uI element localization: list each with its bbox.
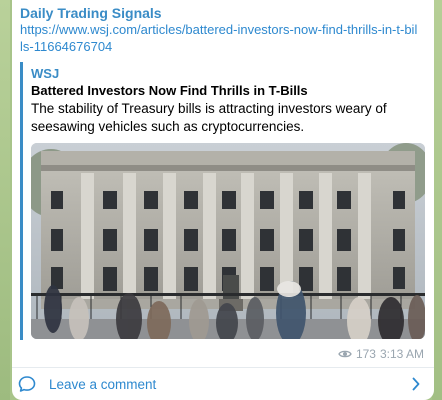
message-bubble: Daily Trading Signals https://www.wsj.co… xyxy=(12,0,434,400)
chat-background-left xyxy=(0,0,10,400)
preview-title: Battered Investors Now Find Thrills in T… xyxy=(31,83,308,98)
comment-icon xyxy=(18,376,36,392)
channel-name[interactable]: Daily Trading Signals xyxy=(20,5,162,21)
view-count: 173 xyxy=(355,347,376,361)
preview-description: The stability of Treasury bills is attra… xyxy=(31,101,387,134)
leave-comment-button[interactable]: Leave a comment xyxy=(12,368,434,400)
message-time: 3:13 AM xyxy=(379,347,424,361)
chevron-right-icon xyxy=(412,377,420,391)
leave-comment-label: Leave a comment xyxy=(49,376,157,392)
message-meta: 173 3:13 AM xyxy=(338,346,424,362)
link-preview[interactable]: WSJ Battered Investors Now Find Thrills … xyxy=(20,62,426,340)
preview-image[interactable] xyxy=(31,143,425,339)
treasury-building-photo xyxy=(31,143,425,339)
article-link[interactable]: https://www.wsj.com/articles/battered-in… xyxy=(20,21,420,55)
eye-icon xyxy=(338,350,352,358)
preview-site-name: WSJ xyxy=(31,66,60,81)
